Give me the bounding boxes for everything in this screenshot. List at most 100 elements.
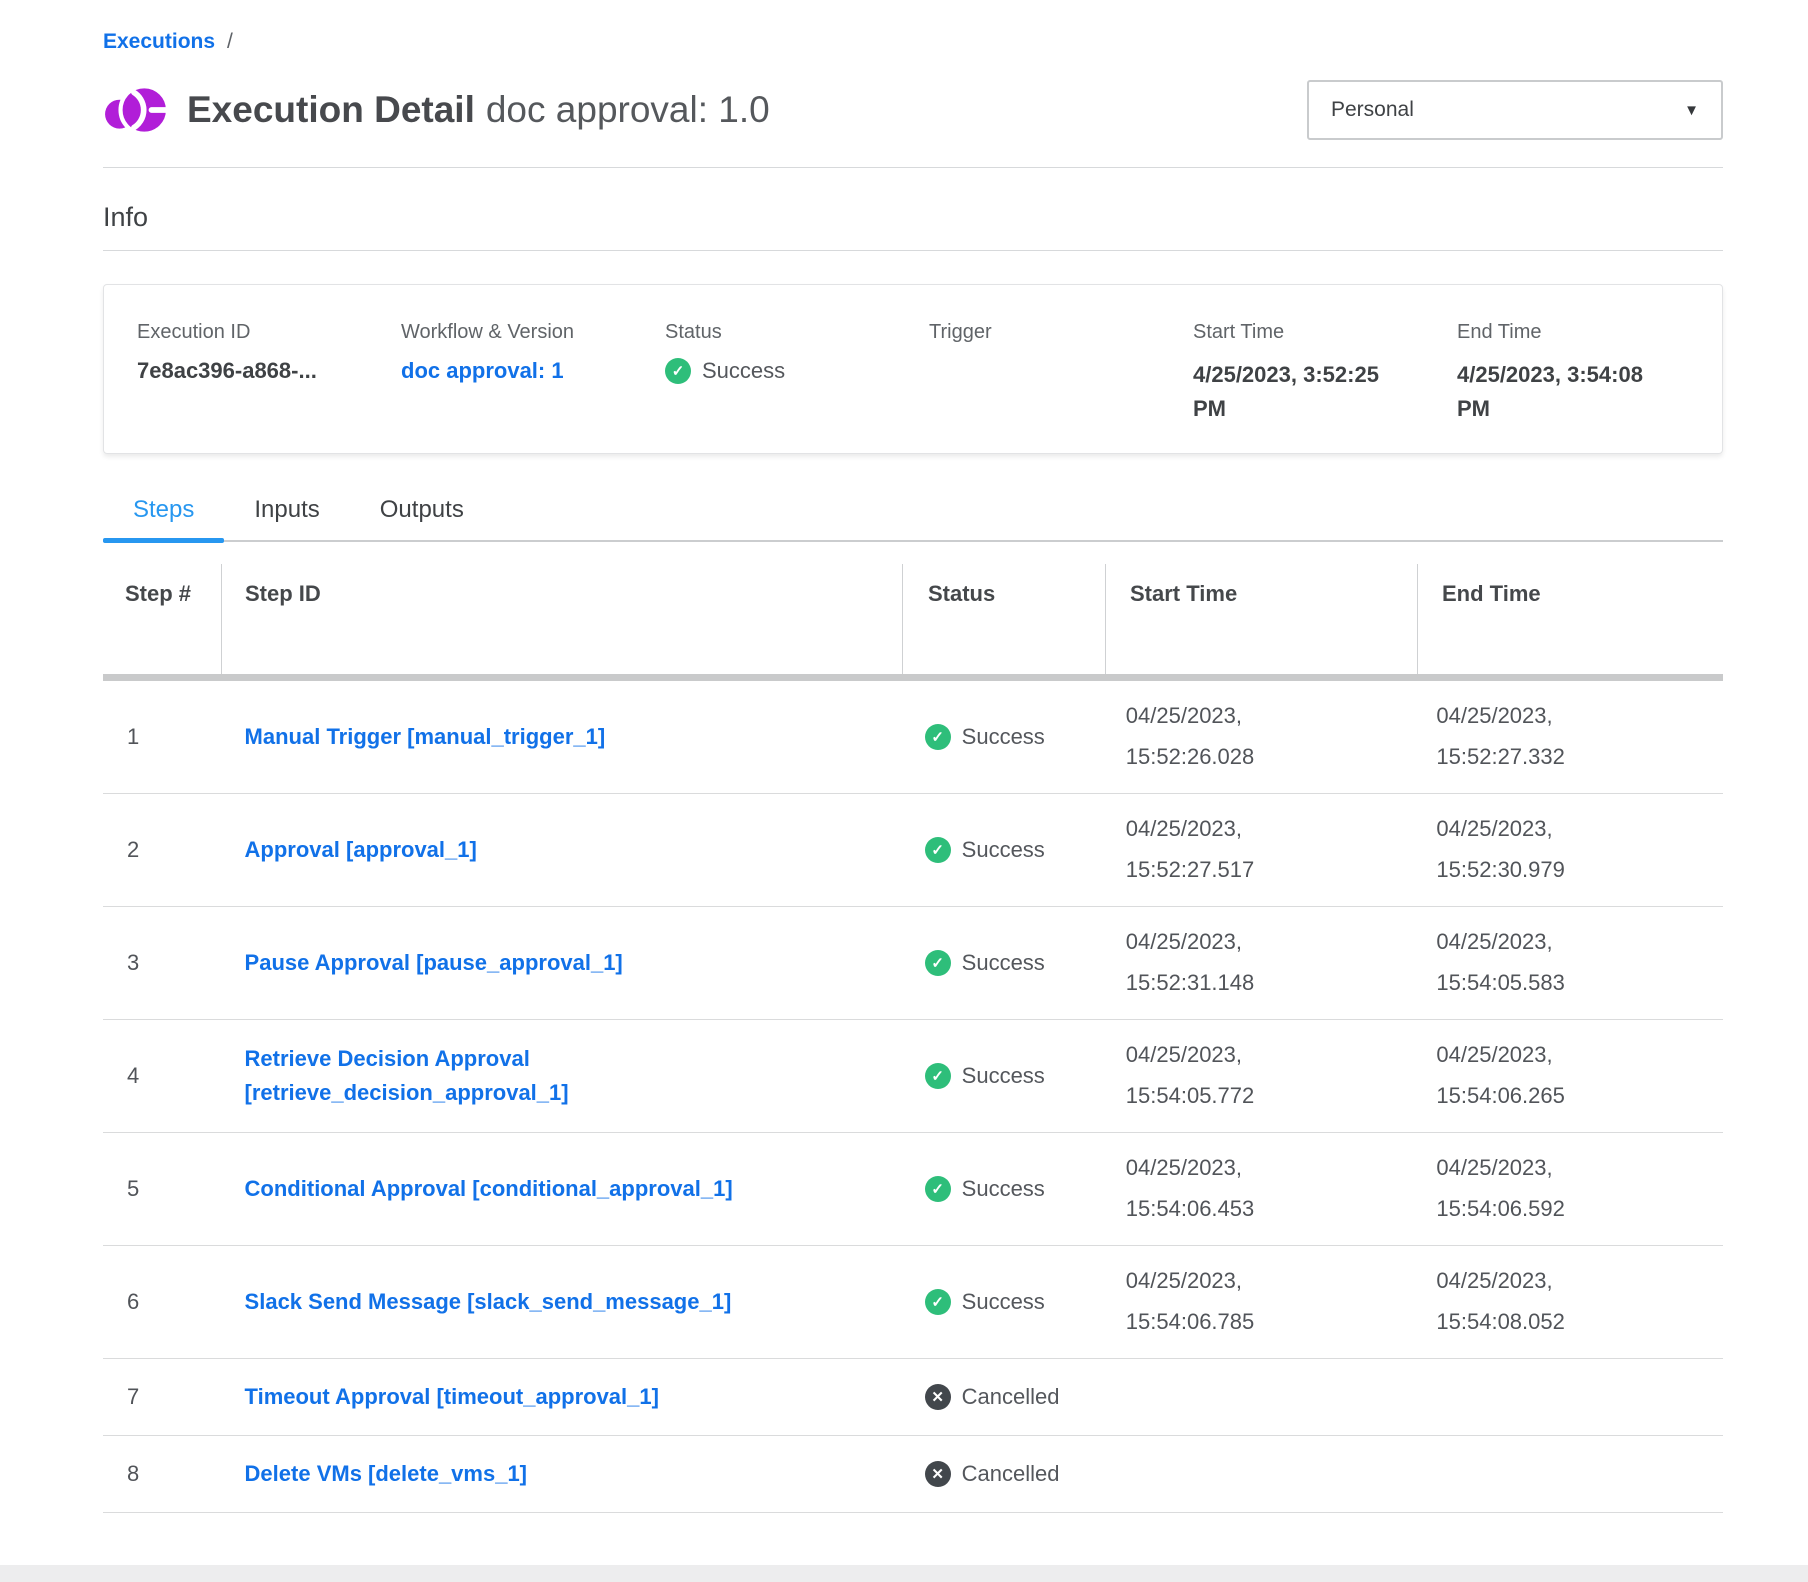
status-text: Success [962,837,1045,863]
tab-inputs[interactable]: Inputs [224,496,349,540]
step-end-time: 04/25/2023,15:54:06.265 [1412,1035,1723,1116]
status-badge: Success [900,724,1102,750]
status-badge: Success [900,1289,1102,1315]
status-text: Success [962,950,1045,976]
table-row: 8 Delete VMs [delete_vms_1] Cancelled [103,1436,1723,1513]
status-text: Success [962,1063,1045,1089]
status-value: Success [702,358,785,384]
workflow-version-label: Workflow & Version [401,321,665,344]
status-badge: Success [900,950,1102,976]
steps-table-body: 1 Manual Trigger [manual_trigger_1] Succ… [103,681,1723,1513]
step-number: 6 [103,1289,222,1315]
status-badge: Cancelled [900,1461,1102,1487]
step-end-time: 04/25/2023,15:52:30.979 [1412,809,1723,890]
step-end-time: 04/25/2023,15:54:06.592 [1412,1148,1723,1229]
info-divider [103,250,1723,251]
end-time-label: End Time [1457,321,1721,344]
breadcrumb: Executions / [103,30,1723,54]
trigger-label: Trigger [929,321,1193,344]
step-id-link[interactable]: Conditional Approval [conditional_approv… [245,1172,733,1206]
column-header-start-time: Start Time [1106,564,1418,674]
status-badge: Success [900,1063,1102,1089]
step-end-time: 04/25/2023,15:54:05.583 [1412,922,1723,1003]
scope-dropdown[interactable]: Personal ▼ [1307,80,1723,140]
start-time-value: 4/25/2023, 3:52:25 PM [1193,358,1408,426]
check-circle-icon [925,837,951,863]
step-start-time: 04/25/2023,15:54:05.772 [1102,1035,1413,1116]
step-number: 2 [103,837,222,863]
step-id-link[interactable]: Slack Send Message [slack_send_message_1… [245,1285,732,1319]
step-end-time: 04/25/2023,15:52:27.332 [1412,696,1723,777]
table-row: 3 Pause Approval [pause_approval_1] Succ… [103,907,1723,1020]
step-id-link[interactable]: Retrieve Decision Approval [retrieve_dec… [245,1042,840,1110]
check-circle-icon [925,1289,951,1315]
workflow-logo-icon [103,77,169,143]
step-start-time: 04/25/2023,15:52:31.148 [1102,922,1413,1003]
column-header-status: Status [903,564,1106,674]
status-badge: Success [900,1176,1102,1202]
table-row: 5 Conditional Approval [conditional_appr… [103,1133,1723,1246]
step-number: 5 [103,1176,222,1202]
table-row: 4 Retrieve Decision Approval [retrieve_d… [103,1020,1723,1133]
status-text: Cancelled [962,1461,1060,1487]
status-text: Success [962,1289,1045,1315]
step-id-link[interactable]: Pause Approval [pause_approval_1] [245,946,623,980]
execution-id-label: Execution ID [137,321,401,344]
info-card: Execution ID 7e8ac396-a868-... Workflow … [103,284,1723,454]
info-heading: Info [103,202,1723,233]
page-title: Execution Detail [187,89,475,130]
check-circle-icon [925,1176,951,1202]
table-row: 7 Timeout Approval [timeout_approval_1] … [103,1359,1723,1436]
step-start-time: 04/25/2023,15:52:26.028 [1102,696,1413,777]
end-time-value: 4/25/2023, 3:54:08 PM [1457,358,1672,426]
tabs: Steps Inputs Outputs [103,496,1723,542]
table-row: 1 Manual Trigger [manual_trigger_1] Succ… [103,681,1723,794]
execution-detail-page: Executions / Execution Detail doc approva… [103,0,1723,1513]
breadcrumb-executions-link[interactable]: Executions [103,30,215,54]
header-separator-bar [103,674,1723,681]
page-subtitle: doc approval: 1.0 [486,89,770,130]
table-row: 2 Approval [approval_1] Success 04/25/20… [103,794,1723,907]
execution-id-field: Execution ID 7e8ac396-a868-... [137,321,401,453]
step-start-time: 04/25/2023,15:52:27.517 [1102,809,1413,890]
end-time-field: End Time 4/25/2023, 3:54:08 PM [1457,321,1721,453]
breadcrumb-separator: / [227,30,233,54]
step-id-link[interactable]: Approval [approval_1] [245,833,477,867]
step-number: 3 [103,950,222,976]
check-circle-icon [925,724,951,750]
step-number: 4 [103,1063,222,1089]
check-circle-icon [665,358,691,384]
step-id-link[interactable]: Manual Trigger [manual_trigger_1] [245,720,606,754]
status-field: Status Success [665,321,929,453]
bottom-scroll-strip [0,1565,1808,1582]
start-time-field: Start Time 4/25/2023, 3:52:25 PM [1193,321,1457,453]
status-text: Cancelled [962,1384,1060,1410]
title-row: Execution Detail doc approval: 1.0 Person… [103,76,1723,144]
status-badge: Success [900,837,1102,863]
chevron-down-icon: ▼ [1684,102,1699,119]
column-header-end-time: End Time [1418,564,1723,674]
title-divider [103,167,1723,168]
workflow-version-link[interactable]: doc approval: 1 [401,358,564,384]
status-text: Success [962,1176,1045,1202]
scope-dropdown-value: Personal [1331,98,1414,122]
step-start-time: 04/25/2023,15:54:06.453 [1102,1148,1413,1229]
steps-table-header: Step # Step ID Status Start Time End Tim… [103,564,1723,674]
execution-id-value: 7e8ac396-a868-... [137,358,401,384]
x-circle-icon [925,1461,951,1487]
start-time-label: Start Time [1193,321,1457,344]
tab-steps[interactable]: Steps [103,496,224,540]
status-label: Status [665,321,929,344]
steps-table: Step # Step ID Status Start Time End Tim… [103,564,1723,1513]
step-end-time: 04/25/2023,15:54:08.052 [1412,1261,1723,1342]
check-circle-icon [925,950,951,976]
tab-outputs[interactable]: Outputs [350,496,494,540]
step-id-link[interactable]: Delete VMs [delete_vms_1] [245,1457,527,1491]
step-number: 7 [103,1384,222,1410]
step-number: 1 [103,724,222,750]
step-start-time: 04/25/2023,15:54:06.785 [1102,1261,1413,1342]
check-circle-icon [925,1063,951,1089]
step-id-link[interactable]: Timeout Approval [timeout_approval_1] [245,1380,659,1414]
status-text: Success [962,724,1045,750]
step-number: 8 [103,1461,222,1487]
